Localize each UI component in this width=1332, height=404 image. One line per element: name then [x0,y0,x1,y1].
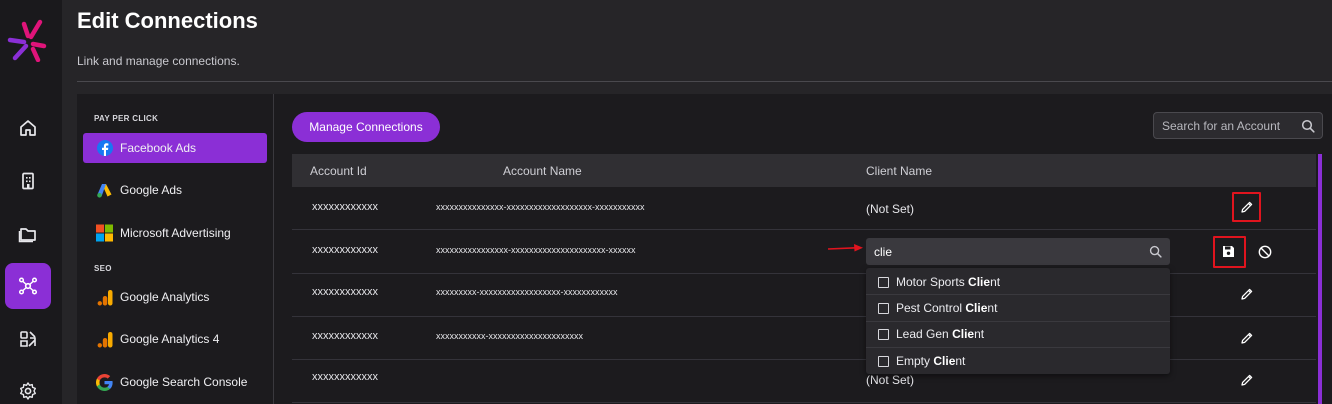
option-text-suffix: nt [974,327,985,341]
left-rail [0,0,62,404]
sidebar-item-label: Facebook Ads [120,141,197,155]
nav-building[interactable] [5,158,51,204]
option-text: Pest Control [896,301,963,315]
option-match-text: Clie [965,301,988,315]
checkbox[interactable] [878,328,889,340]
sidebar-item-label: Google Ads [120,183,183,197]
client-name-cell: (Not Set) [866,202,915,216]
search-icon [1149,245,1162,258]
platform-sidebar: PAY PER CLICK Facebook Ads Google Ads Mi… [77,94,274,404]
google-analytics-icon [96,289,113,306]
save-icon[interactable] [1222,245,1235,258]
account-id-cell: xxxxxxxxxxxx [312,286,378,298]
cancel-icon[interactable] [1258,245,1272,259]
table-row: xxxxxxxxxxxx xxxxxxxxxxxxxxx-xxxxxxxxxxx… [292,187,1316,230]
nav-home[interactable] [5,105,51,151]
client-search-combobox[interactable]: clie [866,238,1170,265]
sidebar-item-facebook-ads[interactable]: Facebook Ads [83,133,267,163]
sidebar-item-google-ads[interactable]: Google Ads [83,175,267,205]
app-window: Edit Connections Link and manage connect… [0,0,1332,404]
google-icon [96,373,113,391]
account-id-cell: xxxxxxxxxxxx [312,330,378,342]
search-placeholder: Search for an Account [1162,118,1281,133]
sidebar-item-google-analytics-4[interactable]: Google Analytics 4 [83,324,267,354]
pencil-edit-icon[interactable] [1240,373,1254,387]
account-id-cell: xxxxxxxxxxxx [312,201,378,213]
client-option[interactable]: Lead Gen Clie nt [878,321,984,347]
nav-connections[interactable] [5,263,51,309]
account-name-cell: xxxxxxxxxxxxxxx-xxxxxxxxxxxxxxxxxxx-xxxx… [436,202,645,212]
account-name-cell: xxxxxxxxxxx-xxxxxxxxxxxxxxxxxxxxx [436,331,583,341]
sidebar-item-label: Google Search Console [120,375,248,389]
pencil-edit-icon[interactable] [1240,200,1254,214]
folder-icon [18,228,36,243]
client-option[interactable]: Motor Sports Clie nt [878,269,1000,295]
settings-gear-icon [20,382,36,400]
checkbox[interactable] [878,355,889,367]
table-header: Account Id Account Name Client Name [292,154,1316,187]
pencil-edit-icon[interactable] [1240,331,1254,345]
sidebar-item-google-analytics[interactable]: Google Analytics [83,282,267,312]
brand-logo-icon[interactable] [6,18,50,62]
checkbox[interactable] [878,276,889,288]
account-id-cell: xxxxxxxxxxxx [312,371,378,383]
connections-icon [18,277,38,295]
microsoft-icon [96,224,113,242]
sidebar-item-label: Google Analytics 4 [120,332,220,346]
connections-panel: PAY PER CLICK Facebook Ads Google Ads Mi… [77,94,1332,404]
option-match-text: Clie [968,275,991,289]
accounts-table: Account Id Account Name Client Name xxxx… [292,154,1323,404]
client-option[interactable]: Empty Clie nt [878,348,965,374]
building-icon [22,172,34,190]
option-text-suffix: nt [955,354,966,368]
pencil-edit-icon[interactable] [1240,287,1254,301]
client-dropdown: Motor Sports Clie nt Pest Control Clie nt … [866,268,1170,374]
header-divider [77,81,1332,82]
column-header-account-id: Account Id [310,164,367,178]
nav-settings[interactable] [5,368,51,404]
account-id-cell: xxxxxxxxxxxx [312,244,378,256]
sidebar-item-microsoft-advertising[interactable]: Microsoft Advertising [83,218,267,248]
page-subtitle: Link and manage connections. [77,54,240,68]
google-analytics-icon [96,331,113,348]
section-label-ppc: PAY PER CLICK [94,114,159,123]
red-arrow-annotation-icon [828,244,863,252]
search-icon[interactable] [1301,119,1315,133]
option-match-text: Clie [933,354,956,368]
client-search-value: clie [874,244,893,259]
facebook-icon [96,140,113,157]
nav-folders[interactable] [5,211,51,257]
sidebar-item-label: Google Analytics [120,290,210,304]
checkbox[interactable] [878,302,889,314]
manage-connections-button[interactable]: Manage Connections [292,112,440,142]
option-text: Lead Gen [896,327,949,341]
reports-icon [20,331,36,347]
nav-reports[interactable] [5,316,51,362]
home-icon [20,120,36,136]
account-name-cell: xxxxxxxxx-xxxxxxxxxxxxxxxxxx-xxxxxxxxxxx… [436,287,618,297]
column-header-client-name: Client Name [866,164,933,178]
option-text: Empty [896,354,931,368]
account-name-cell: xxxxxxxxxxxxxxxx-xxxxxxxxxxxxxxxxxxxxx-x… [436,245,636,255]
option-text-suffix: nt [987,301,998,315]
client-option[interactable]: Pest Control Clie nt [878,295,997,321]
option-text-suffix: nt [990,275,1001,289]
column-header-account-name: Account Name [503,164,582,178]
google-ads-icon [96,182,113,199]
table-scrollbar[interactable] [1318,154,1322,404]
option-match-text: Clie [952,327,975,341]
client-name-cell: (Not Set) [866,373,915,387]
sidebar-item-label: Microsoft Advertising [120,226,231,240]
section-label-seo: SEO [94,264,112,273]
option-text: Motor Sports [896,275,965,289]
sidebar-item-google-search-console[interactable]: Google Search Console [83,367,267,397]
account-search-input[interactable]: Search for an Account [1153,112,1323,139]
page-title: Edit Connections [77,8,258,33]
